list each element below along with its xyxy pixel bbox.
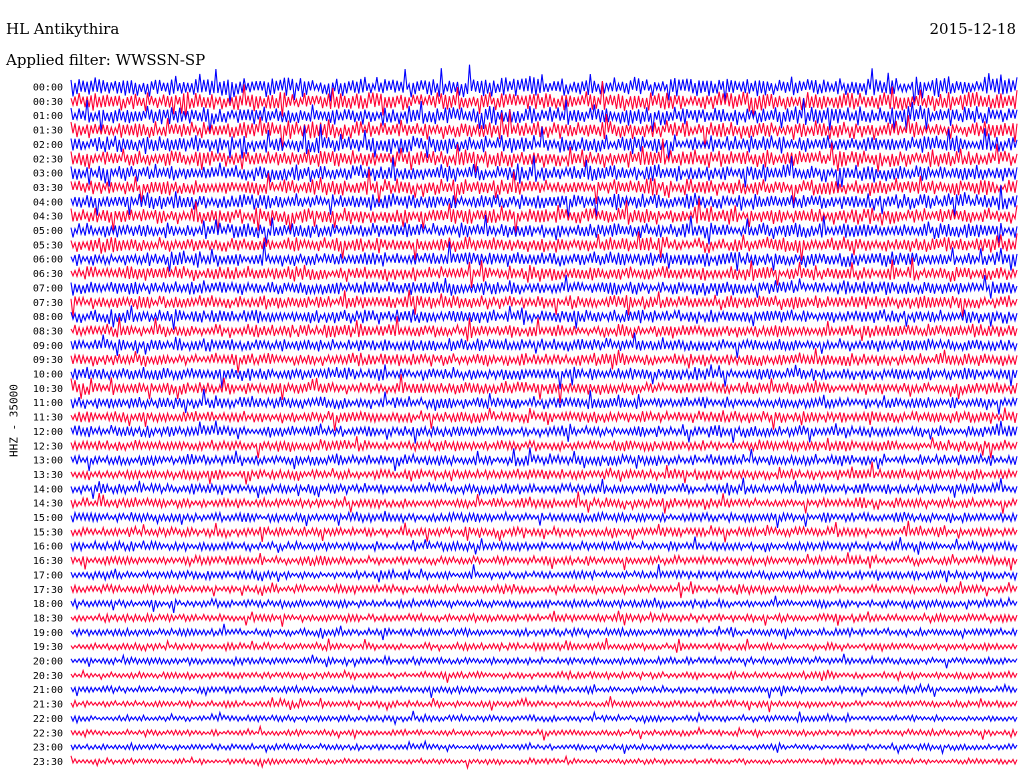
time-tick-label: 18:30 — [33, 613, 63, 624]
trace-line — [70, 520, 1018, 543]
time-tick-label: 13:00 — [33, 456, 63, 467]
time-tick-label: 13:30 — [33, 470, 63, 481]
trace-line — [70, 447, 1018, 472]
trace-line — [70, 388, 1018, 415]
time-tick-label: 12:30 — [33, 441, 63, 452]
seismogram-plot: 00:00 00:30 01:00 01:30 02:00 02:30 03:00 03:30… — [33, 64, 1018, 771]
time-tick-label: 15:00 — [33, 513, 63, 524]
time-tick-label: 06:00 — [33, 255, 63, 266]
trace-line — [70, 348, 1018, 373]
trace-line — [70, 739, 1018, 756]
time-tick-label: 09:00 — [33, 341, 63, 352]
trace-line — [70, 595, 1018, 613]
time-tick-label: 14:00 — [33, 484, 63, 495]
trace-line — [70, 332, 1018, 358]
time-tick-label: 07:00 — [33, 283, 63, 294]
trace-line — [70, 491, 1018, 514]
time-tick-label: 16:30 — [33, 556, 63, 567]
time-tick-label: 01:30 — [33, 126, 63, 137]
time-tick-label: 19:00 — [33, 628, 63, 639]
trace-line — [70, 552, 1018, 571]
time-tick-label: 01:00 — [33, 111, 63, 122]
time-tick-label: 06:30 — [33, 269, 63, 280]
time-tick-label: 05:30 — [33, 240, 63, 251]
time-tick-label: 02:30 — [33, 154, 63, 165]
time-tick-label: 11:00 — [33, 398, 63, 409]
trace-line — [70, 364, 1018, 390]
trace-line — [70, 637, 1018, 653]
time-tick-label: 03:00 — [33, 169, 63, 180]
time-tick-label: 07:30 — [33, 298, 63, 309]
time-tick-label: 08:30 — [33, 326, 63, 337]
time-tick-label: 20:00 — [33, 657, 63, 668]
trace-line — [70, 754, 1018, 771]
trace-line — [70, 710, 1018, 727]
trace-line — [70, 724, 1018, 741]
time-tick-label: 02:00 — [33, 140, 63, 151]
time-tick-label: 17:00 — [33, 570, 63, 581]
time-tick-label: 00:30 — [33, 97, 63, 108]
trace-line — [70, 653, 1018, 669]
time-tick-label: 10:30 — [33, 384, 63, 395]
trace-line — [70, 477, 1018, 499]
time-tick-label: 21:30 — [33, 700, 63, 711]
time-tick-label: 05:00 — [33, 226, 63, 237]
trace-line — [70, 436, 1018, 459]
time-tick-label: 14:30 — [33, 499, 63, 510]
trace-line — [70, 581, 1018, 599]
time-tick-label: 18:00 — [33, 599, 63, 610]
time-tick-label: 23:00 — [33, 743, 63, 754]
trace-line — [70, 305, 1018, 330]
trace-line — [70, 668, 1018, 683]
time-tick-label: 21:00 — [33, 685, 63, 696]
time-tick-labels: 00:00 00:30 01:00 01:30 02:00 02:30 03:00 03:30… — [33, 83, 63, 768]
time-tick-label: 08:00 — [33, 312, 63, 323]
time-tick-label: 12:00 — [33, 427, 63, 438]
time-tick-label: 04:30 — [33, 212, 63, 223]
time-tick-label: 16:00 — [33, 542, 63, 553]
trace-line — [70, 682, 1018, 699]
trace-line — [70, 510, 1018, 528]
trace-line — [70, 536, 1018, 555]
time-tick-label: 09:30 — [33, 355, 63, 366]
time-tick-label: 17:30 — [33, 585, 63, 596]
time-tick-label: 23:30 — [33, 757, 63, 768]
time-tick-label: 22:30 — [33, 728, 63, 739]
time-tick-label: 22:00 — [33, 714, 63, 725]
time-tick-label: 00:00 — [33, 83, 63, 94]
time-tick-label: 10:00 — [33, 370, 63, 381]
time-tick-label: 04:00 — [33, 197, 63, 208]
trace-line — [70, 696, 1018, 713]
time-tick-label: 20:30 — [33, 671, 63, 682]
time-tick-label: 11:30 — [33, 413, 63, 424]
time-tick-label: 19:30 — [33, 642, 63, 653]
trace-line — [70, 564, 1018, 583]
trace-group — [70, 64, 1018, 771]
trace-line — [70, 610, 1018, 627]
time-tick-label: 15:30 — [33, 527, 63, 538]
time-tick-label: 03:30 — [33, 183, 63, 194]
trace-line — [70, 420, 1018, 444]
trace-line — [70, 623, 1018, 641]
